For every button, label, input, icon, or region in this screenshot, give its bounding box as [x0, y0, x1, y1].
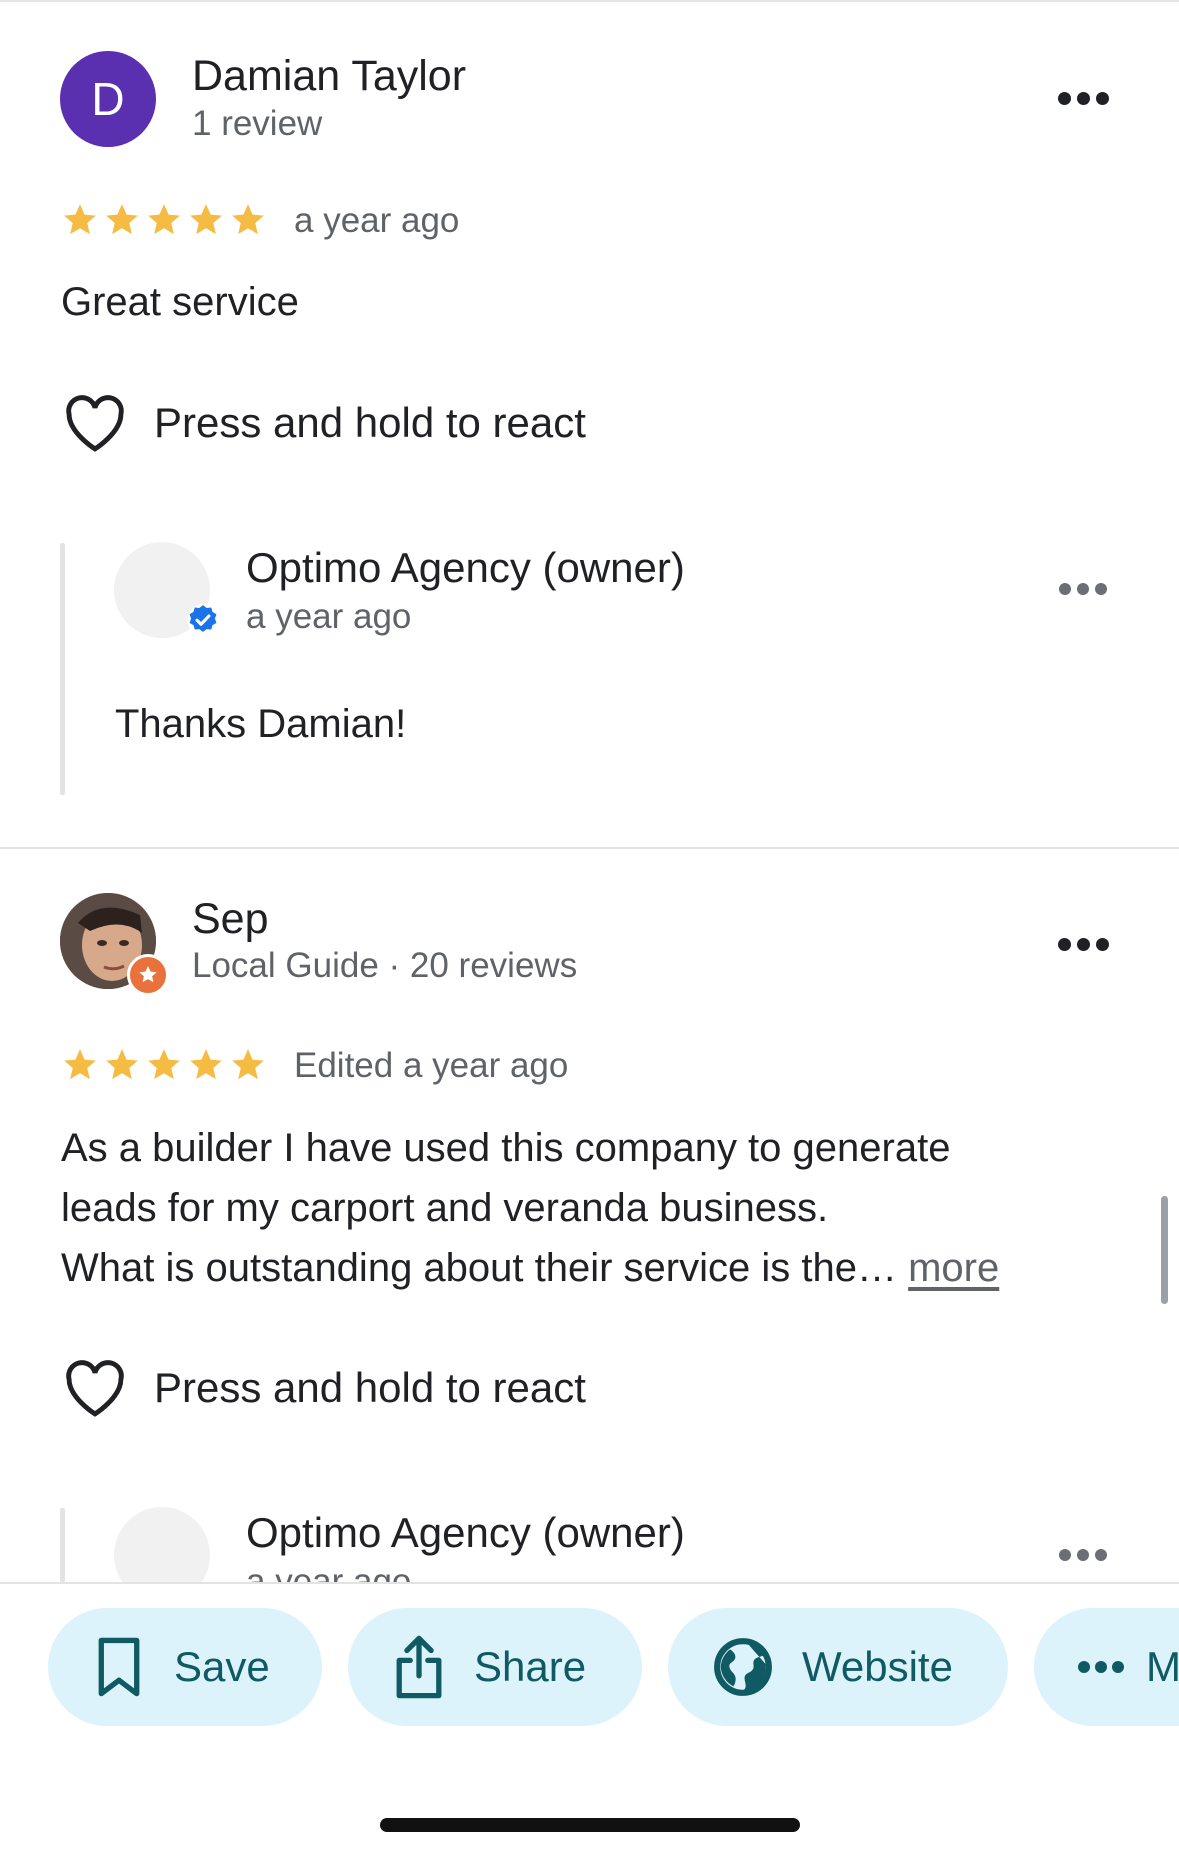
more-actions-button[interactable]: M — [1034, 1608, 1179, 1726]
review-text: As a builder I have used this company to… — [61, 1118, 1121, 1298]
reviewer-meta: 1 review — [192, 104, 323, 143]
reply-options-button[interactable] — [1053, 579, 1113, 599]
review-time: a year ago — [294, 201, 460, 240]
reviewer-avatar[interactable]: D — [60, 51, 156, 147]
verified-badge-icon — [187, 604, 219, 636]
review-text: Great service — [61, 280, 299, 324]
bookmark-icon — [98, 1637, 140, 1697]
star-icon — [64, 204, 96, 235]
more-dots-icon — [1078, 1657, 1124, 1677]
heart-icon — [66, 395, 124, 452]
review-options-button[interactable] — [1053, 934, 1113, 954]
react-button[interactable]: Press and hold to react — [62, 393, 586, 453]
share-label: Share — [474, 1643, 587, 1690]
share-icon — [396, 1635, 442, 1699]
star-icon — [232, 204, 264, 235]
star-icon — [190, 1049, 222, 1080]
star-icon — [106, 1049, 138, 1080]
react-label: Press and hold to react — [154, 1364, 586, 1411]
reply-indent-bar — [60, 543, 65, 795]
website-button[interactable]: Website — [668, 1608, 1008, 1726]
local-guide-badge — [127, 954, 169, 996]
star-rating — [61, 1046, 267, 1084]
star-icon — [64, 1049, 96, 1080]
review-time: Edited a year ago — [294, 1046, 569, 1085]
globe-icon — [714, 1638, 772, 1696]
review-divider — [0, 847, 1179, 849]
review-text-line: leads for my carport and veranda busines… — [61, 1186, 829, 1230]
star-rating — [61, 201, 267, 239]
more-actions-label: M — [1146, 1643, 1179, 1690]
react-label: Press and hold to react — [154, 399, 586, 446]
owner-reply-text: Thanks Damian! — [115, 702, 407, 746]
react-button[interactable]: Press and hold to react — [62, 1358, 586, 1418]
reviewer-name[interactable]: Damian Taylor — [192, 52, 466, 101]
reviewer-name[interactable]: Sep — [192, 895, 269, 944]
review-text-line: What is outstanding about their service … — [61, 1246, 1000, 1290]
star-badge-icon — [139, 966, 157, 983]
reply-indent-bar — [60, 1508, 65, 1582]
home-indicator[interactable] — [380, 1818, 800, 1832]
reviewer-meta: Local Guide · 20 reviews — [192, 946, 578, 985]
owner-name[interactable]: Optimo Agency (owner) — [246, 544, 685, 592]
more-link[interactable]: more — [908, 1246, 999, 1290]
heart-icon — [66, 1360, 124, 1417]
star-icon — [190, 204, 222, 235]
save-button[interactable]: Save — [48, 1608, 322, 1726]
star-icon — [148, 1049, 180, 1080]
review-text-line: As a builder I have used this company to… — [61, 1126, 951, 1170]
top-divider — [0, 0, 1179, 2]
star-icon — [232, 1049, 264, 1080]
star-icon — [106, 204, 138, 235]
owner-name[interactable]: Optimo Agency (owner) — [246, 1509, 685, 1557]
scrollbar[interactable] — [1161, 1196, 1168, 1304]
reply-options-button[interactable] — [1053, 1545, 1113, 1565]
share-button[interactable]: Share — [348, 1608, 642, 1726]
owner-reply-time: a year ago — [246, 597, 412, 636]
save-label: Save — [174, 1643, 270, 1690]
website-label: Website — [802, 1643, 953, 1690]
review-options-button[interactable] — [1053, 88, 1113, 108]
star-icon — [148, 204, 180, 235]
